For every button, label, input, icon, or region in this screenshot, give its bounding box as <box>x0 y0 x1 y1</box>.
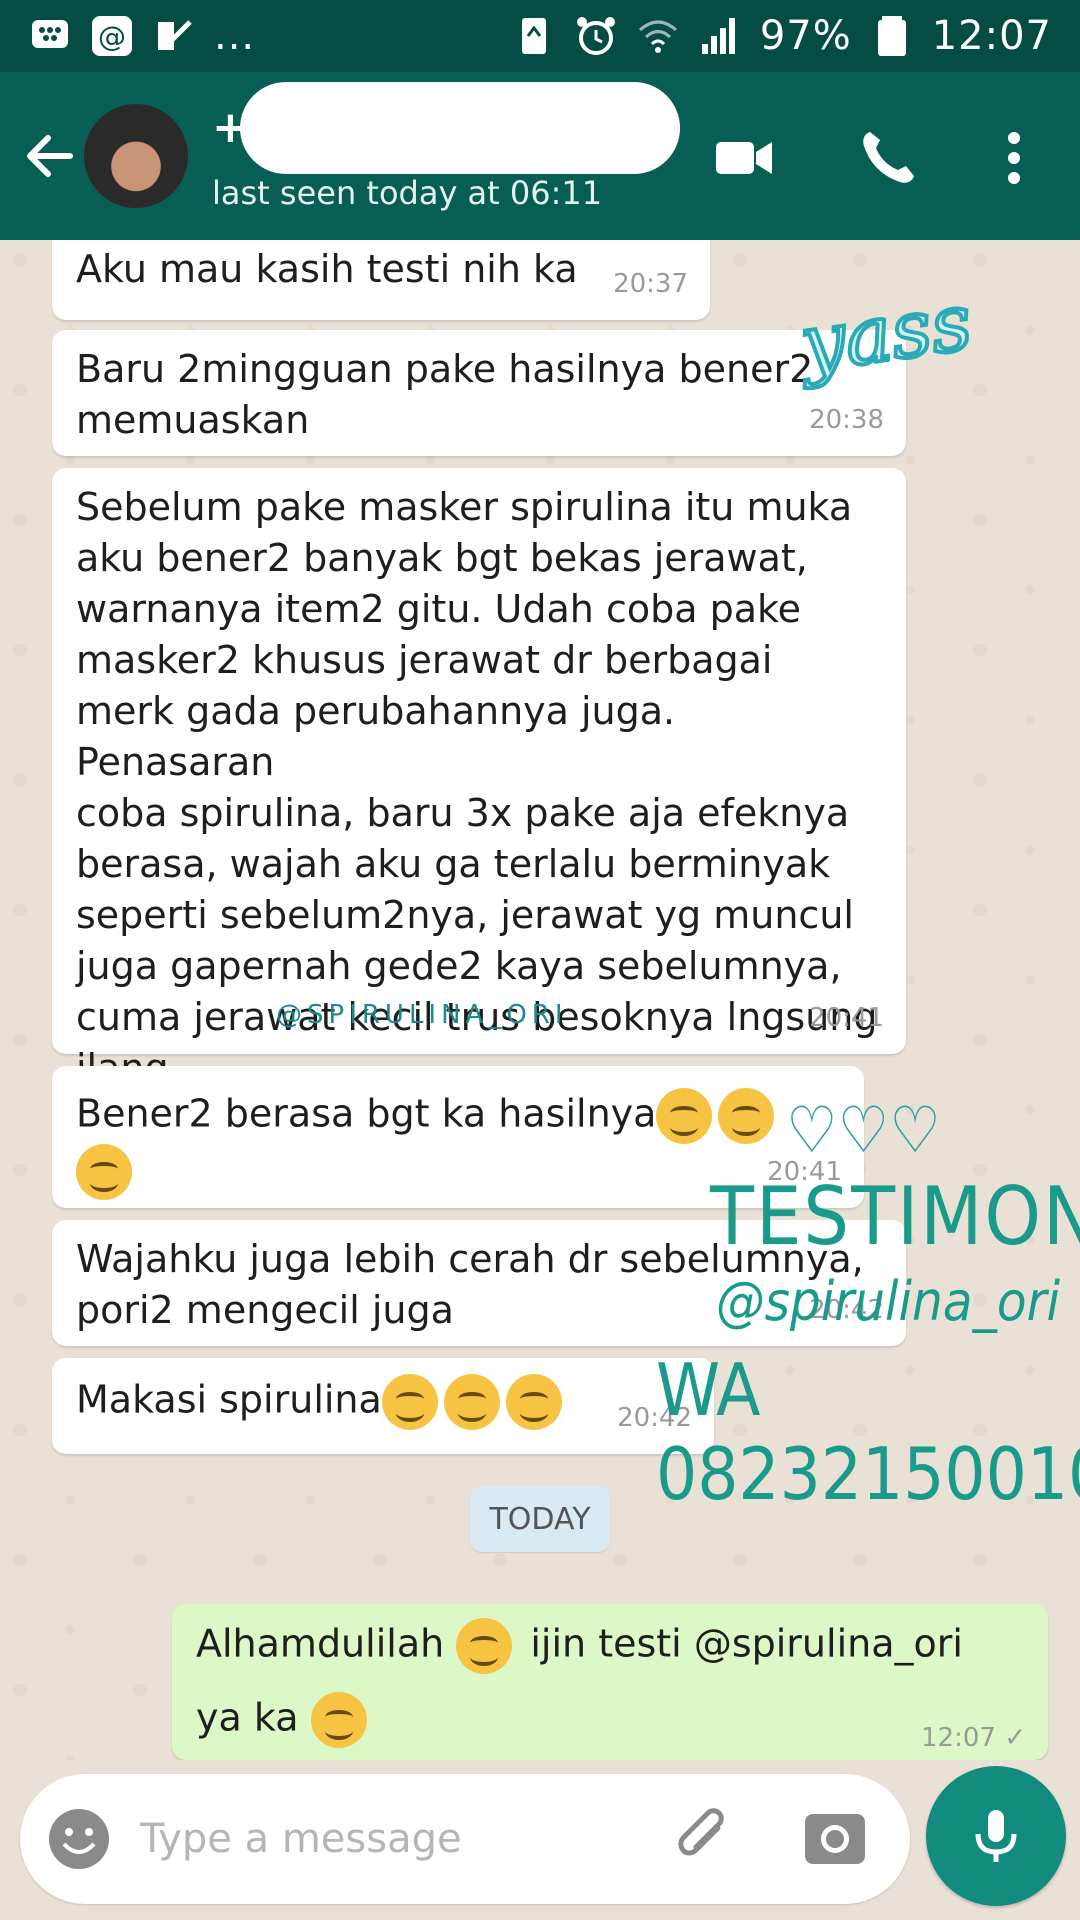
date-divider: TODAY <box>470 1486 610 1552</box>
video-camera-icon <box>716 142 772 174</box>
smiling-face-icon <box>443 1374 500 1430</box>
emoji-icon <box>49 1809 109 1869</box>
check-task-icon <box>152 14 196 58</box>
smiling-face-icon <box>456 1618 513 1674</box>
back-arrow-icon[interactable] <box>20 126 80 186</box>
message-text: Aku mau kasih testi nih ka <box>76 247 578 291</box>
status-system: 97% 12:07 <box>512 13 1052 59</box>
camera-button[interactable] <box>800 1804 870 1874</box>
wifi-icon <box>636 14 680 58</box>
message-text-part: ijin testi @spirulina_ori <box>530 1621 963 1666</box>
outgoing-message-bubble[interactable]: Alhamdulilah ijin testi @spirulina_ori y… <box>172 1604 1048 1760</box>
message-time: 12:07 ✓ <box>921 1723 1026 1753</box>
paperclip-icon <box>678 1808 724 1856</box>
message-text-body: Makasi spirulina <box>76 1377 382 1422</box>
more-notifications: ... <box>214 13 256 59</box>
message-time: 20:41 <box>809 1003 884 1033</box>
message-text-part: Alhamdulilah <box>196 1621 445 1666</box>
smiling-face-icon <box>718 1088 775 1144</box>
chat-area[interactable]: Aku mau kasih testi nih ka 20:37 Baru 2m… <box>0 240 1080 1760</box>
camera-icon <box>805 1814 865 1864</box>
emoji-button[interactable] <box>44 1804 114 1874</box>
smiling-face-icon <box>505 1374 562 1430</box>
voice-call-button[interactable] <box>854 124 922 192</box>
bbm-icon <box>28 14 72 58</box>
at-sign-icon: @ <box>90 14 134 58</box>
smiling-face-icon <box>381 1374 438 1430</box>
video-call-button[interactable] <box>710 124 778 192</box>
message-bubble[interactable]: Sebelum pake masker spirulina itu muka a… <box>52 468 906 1090</box>
overlay-handle: @spirulina_ori <box>716 1270 1061 1333</box>
recycle-icon <box>512 14 556 58</box>
smiling-face-icon <box>656 1088 713 1144</box>
overlay-testimoni: TESTIMONI <box>710 1170 1080 1263</box>
kissing-face-icon <box>310 1692 367 1748</box>
microphone-icon <box>975 1810 1017 1862</box>
message-bubble[interactable]: Aku mau kasih testi nih ka 20:37 <box>52 240 710 320</box>
menu-button[interactable] <box>980 124 1048 192</box>
message-input[interactable] <box>140 1800 660 1878</box>
avatar[interactable] <box>84 104 188 208</box>
message-text-body: Bener2 berasa bgt ka hasilnya <box>76 1091 657 1136</box>
message-text: Alhamdulilah ijin testi @spirulina_ori <box>196 1618 1024 1674</box>
status-notifications: @ ... <box>28 13 255 59</box>
message-bubble[interactable]: Baru 2mingguan pake hasilnya bener2 memu… <box>52 330 906 456</box>
alarm-icon <box>574 14 618 58</box>
message-input-bar <box>20 1774 910 1904</box>
more-vertical-icon <box>1008 132 1020 184</box>
message-text-part: ya ka <box>196 1695 299 1740</box>
message-text: Baru 2mingguan pake hasilnya bener2 memu… <box>76 347 814 442</box>
signal-icon <box>698 14 742 58</box>
redacted-name <box>240 82 680 174</box>
voice-record-button[interactable] <box>926 1766 1066 1906</box>
smiling-face-icon <box>76 1144 132 1200</box>
message-text: ya ka <box>196 1692 1024 1748</box>
chat-header: + last seen today at 06:11 <box>0 72 1080 240</box>
message-bubble[interactable]: Makasi spirulina 20:42 <box>52 1358 714 1454</box>
status-bar: @ ... 97% 12:07 <box>0 0 1080 72</box>
overlay-whatsapp-number: WA 082321500100 <box>656 1348 1080 1516</box>
watermark: @SPIRULINA_ORI <box>276 1000 568 1030</box>
hearts-doodle: ♡♡♡ <box>786 1094 941 1168</box>
message-text: Makasi spirulina <box>76 1374 690 1430</box>
message-time: 20:37 <box>613 269 688 299</box>
battery-percent: 97% <box>759 13 852 59</box>
phone-icon <box>863 132 914 183</box>
attach-button[interactable] <box>670 1804 740 1874</box>
battery-icon <box>870 14 914 58</box>
clock: 12:07 <box>931 13 1052 59</box>
last-seen: last seen today at 06:11 <box>212 174 603 212</box>
svg-text:@: @ <box>98 20 126 53</box>
